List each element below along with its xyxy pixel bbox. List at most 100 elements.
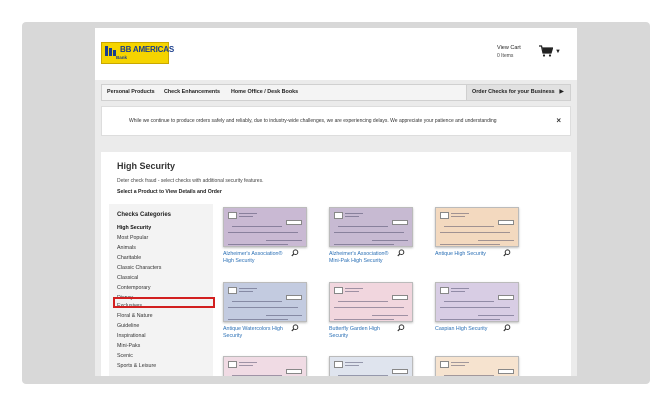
play-arrow-icon: ▶: [559, 89, 564, 95]
check-amount-box: [392, 220, 408, 225]
browser-page: BB AMERICAS Bank View Cart 0 Items ▼ Per…: [95, 28, 577, 376]
check-line: [444, 226, 494, 227]
sidebar-item-classic-characters[interactable]: Classic Characters: [117, 265, 161, 271]
zoom-icon[interactable]: [503, 249, 511, 257]
check-line: [444, 301, 494, 302]
view-cart[interactable]: View Cart 0 Items ▼: [497, 44, 567, 66]
chevron-down-icon[interactable]: ▼: [555, 49, 561, 55]
check-image[interactable]: [329, 282, 413, 322]
check-line: [440, 232, 510, 233]
check-logo-box: [228, 361, 237, 368]
sidebar-item-floral-nature[interactable]: Floral & Nature: [117, 313, 153, 319]
product-link[interactable]: Alzheimer's Association® Mini-Pak High S…: [329, 251, 395, 265]
exclusives-highlight: [113, 297, 215, 308]
check-line: [334, 232, 404, 233]
product-card[interactable]: Antique Watercolors High Security: [223, 282, 327, 350]
delay-notice: While we continue to produce orders safe…: [101, 106, 571, 136]
check-line: [345, 216, 359, 217]
check-line: [338, 301, 388, 302]
check-line: [239, 291, 253, 292]
sidebar-item-most-popular[interactable]: Most Popular: [117, 235, 148, 241]
page-title: High Security: [117, 161, 176, 171]
site-header: BB AMERICAS Bank View Cart 0 Items ▼: [95, 28, 577, 80]
notice-message: While we continue to produce orders safe…: [129, 118, 497, 124]
sidebar-item-classical[interactable]: Classical: [117, 275, 138, 281]
check-line: [228, 307, 298, 308]
sidebar-item-high-security[interactable]: High Security: [117, 225, 151, 231]
check-logo-box: [228, 287, 237, 294]
product-link[interactable]: Caspian High Security: [435, 326, 501, 333]
product-card[interactable]: [223, 356, 327, 376]
check-line: [228, 232, 298, 233]
zoom-icon[interactable]: [503, 324, 511, 332]
check-image[interactable]: [223, 356, 307, 376]
check-image[interactable]: [223, 207, 307, 247]
product-card[interactable]: [329, 356, 433, 376]
sidebar-item-animals[interactable]: Animals: [117, 245, 136, 251]
check-line: [451, 288, 469, 289]
business-checks-label: Order Checks for your Business: [472, 89, 555, 95]
product-link[interactable]: Butterfly Garden High Security: [329, 326, 395, 340]
check-line: [345, 291, 359, 292]
zoom-icon[interactable]: [291, 249, 299, 257]
check-line: [338, 226, 388, 227]
check-image[interactable]: [435, 282, 519, 322]
page-instruction: Select a Product to View Details and Ord…: [117, 189, 222, 195]
sidebar-item-guideline[interactable]: Guideline: [117, 323, 139, 329]
nav-check-enhancements[interactable]: Check Enhancements: [164, 89, 220, 95]
product-card[interactable]: [435, 356, 539, 376]
close-icon[interactable]: ×: [556, 116, 561, 125]
product-link[interactable]: Alzheimer's Association® High Security: [223, 251, 289, 265]
check-line: [451, 362, 469, 363]
check-logo-box: [440, 287, 449, 294]
product-link[interactable]: Antique Watercolors High Security: [223, 326, 289, 340]
check-line: [228, 244, 288, 245]
product-card[interactable]: Antique High Security: [435, 207, 539, 275]
product-card[interactable]: Butterfly Garden High Security: [329, 282, 433, 350]
check-line: [451, 365, 465, 366]
brand-name: BB AMERICAS: [120, 45, 174, 54]
sidebar-item-scenic[interactable]: Scenic: [117, 353, 133, 359]
brand-sub: Bank: [116, 55, 128, 60]
sidebar-item-contemporary[interactable]: Contemporary: [117, 285, 151, 291]
check-line: [451, 216, 465, 217]
check-line: [444, 375, 494, 376]
nav-personal-products[interactable]: Personal Products: [107, 89, 155, 95]
zoom-icon[interactable]: [397, 324, 405, 332]
zoom-icon[interactable]: [397, 249, 405, 257]
check-line: [266, 240, 302, 241]
check-line: [372, 240, 408, 241]
check-amount-box: [286, 369, 302, 374]
check-line: [232, 226, 282, 227]
check-image[interactable]: [435, 356, 519, 376]
check-image[interactable]: [329, 207, 413, 247]
nav-home-office[interactable]: Home Office / Desk Books: [231, 89, 298, 95]
sidebar-item-inspirational[interactable]: Inspirational: [117, 333, 146, 339]
check-line: [345, 213, 363, 214]
check-line: [334, 244, 394, 245]
business-checks-button[interactable]: Order Checks for your Business ▶: [466, 85, 570, 100]
sidebar-item-sports-leisure[interactable]: Sports & Leisure: [117, 363, 156, 369]
product-link[interactable]: Antique High Security: [435, 251, 501, 258]
zoom-icon[interactable]: [291, 324, 299, 332]
check-image[interactable]: [223, 282, 307, 322]
bank-logo[interactable]: BB AMERICAS Bank: [101, 42, 174, 64]
sidebar-item-mini-paks[interactable]: Mini-Paks: [117, 343, 140, 349]
main-content: High Security Deter check fraud - select…: [101, 152, 571, 376]
check-amount-box: [498, 369, 514, 374]
sidebar-item-charitable[interactable]: Charitable: [117, 255, 141, 261]
product-card[interactable]: Caspian High Security: [435, 282, 539, 350]
product-card[interactable]: Alzheimer's Association® Mini-Pak High S…: [329, 207, 433, 275]
check-logo-box: [334, 287, 343, 294]
product-card[interactable]: Alzheimer's Association® High Security: [223, 207, 327, 275]
check-image[interactable]: [435, 207, 519, 247]
check-image[interactable]: [329, 356, 413, 376]
shopping-cart-icon[interactable]: [539, 45, 553, 57]
check-line: [440, 319, 500, 320]
check-logo-box: [440, 361, 449, 368]
check-amount-box: [286, 220, 302, 225]
check-line: [345, 365, 359, 366]
check-line: [239, 213, 257, 214]
check-amount-box: [392, 295, 408, 300]
check-line: [239, 365, 253, 366]
